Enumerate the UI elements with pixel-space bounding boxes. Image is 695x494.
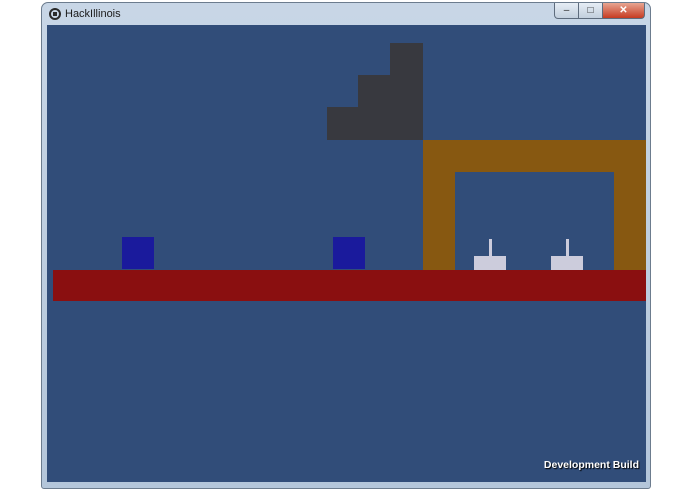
stair-step-middle [358, 75, 423, 107]
floor-platform [53, 270, 646, 301]
turret-right-barrel [566, 239, 569, 257]
enemy-block [333, 237, 365, 269]
window-title: HackIllinois [65, 8, 121, 20]
caption-buttons: ‒ □ ✕ [554, 3, 645, 21]
gate-beam-top [423, 140, 646, 172]
title-bar[interactable]: HackIllinois ‒ □ ✕ [42, 3, 650, 25]
maximize-button[interactable]: □ [579, 3, 603, 19]
unity-logo-icon [49, 8, 61, 20]
player-block [122, 237, 154, 269]
game-window: HackIllinois ‒ □ ✕ Development Build [41, 2, 651, 489]
game-viewport[interactable]: Development Build [47, 25, 646, 482]
stair-step-top [390, 43, 423, 75]
turret-left-barrel [489, 239, 492, 257]
stair-step-bottom [327, 107, 423, 140]
close-button[interactable]: ✕ [603, 3, 645, 19]
turret-right-base [551, 256, 583, 270]
turret-left-base [474, 256, 506, 270]
minimize-button[interactable]: ‒ [554, 3, 579, 19]
development-build-label: Development Build [543, 459, 639, 471]
gate-pillar-left [423, 140, 455, 270]
gate-pillar-right [614, 140, 646, 270]
